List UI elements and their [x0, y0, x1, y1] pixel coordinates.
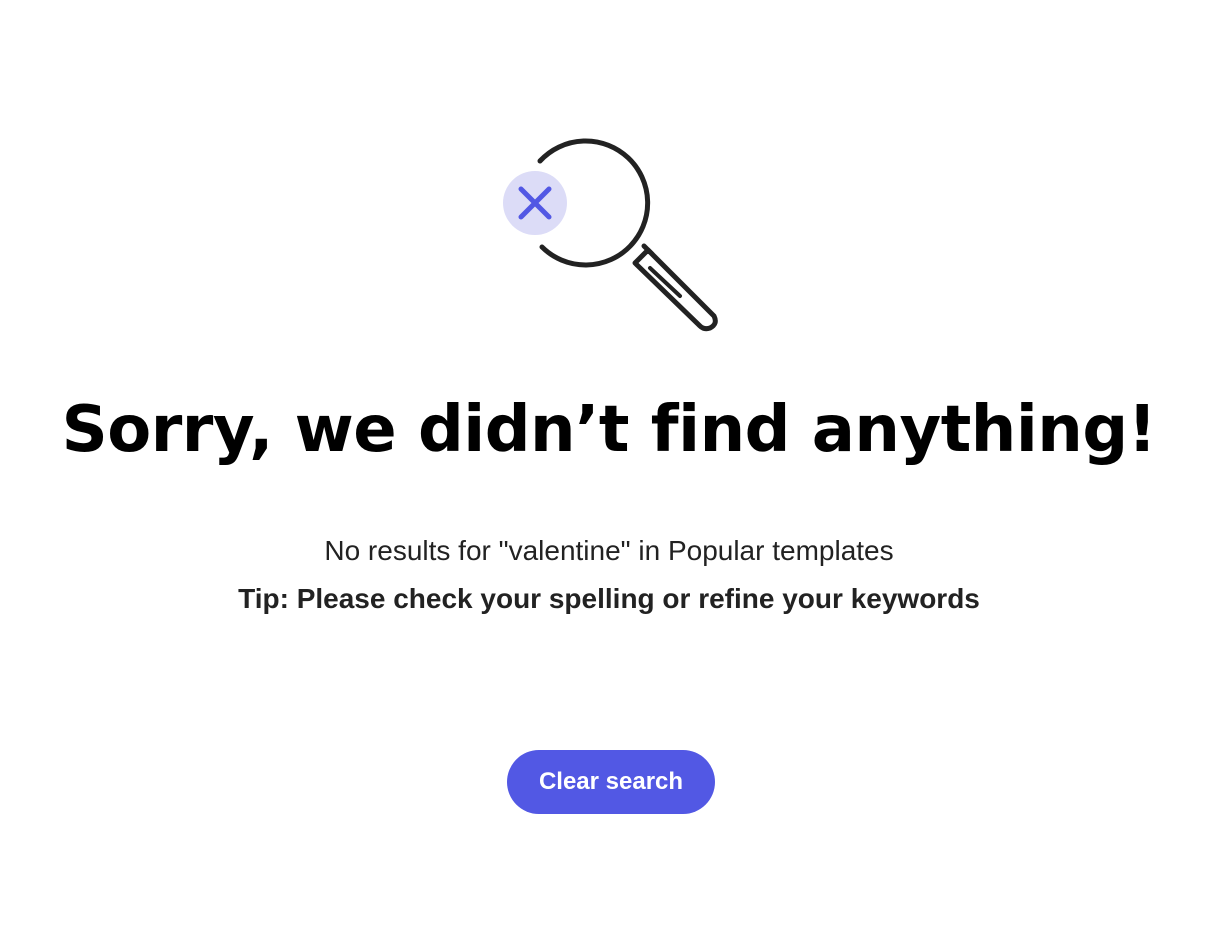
- clear-search-button[interactable]: Clear search: [507, 750, 715, 814]
- search-no-results-icon: [503, 138, 718, 332]
- no-results-message: No results for "valentine" in Popular te…: [324, 535, 894, 566]
- search-tip: Tip: Please check your spelling or refin…: [238, 583, 980, 614]
- empty-search-page: Sorry, we didn’t find anything! No resul…: [0, 0, 1218, 932]
- empty-state-title: Sorry, we didn’t find anything!: [61, 393, 1157, 467]
